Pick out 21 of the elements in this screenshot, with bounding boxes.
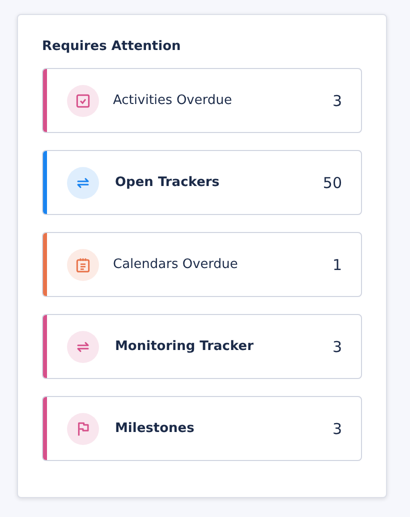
item-label: Calendars Overdue: [113, 257, 239, 272]
item-label: Activities Overdue: [113, 93, 233, 108]
check-icon: [67, 84, 99, 116]
panel-title: Requires Attention: [42, 39, 182, 54]
attention-item[interactable]: Activities Overdue 3: [42, 68, 362, 133]
attention-item[interactable]: Monitoring Tracker 3: [42, 314, 362, 379]
item-label: Milestones: [115, 421, 196, 436]
sync-icon: [67, 166, 99, 198]
item-label: Open Trackers: [115, 175, 221, 190]
item-count: 50: [322, 174, 342, 192]
item-count: 3: [332, 92, 342, 110]
attention-item[interactable]: Milestones 3: [42, 396, 362, 461]
attention-item[interactable]: Open Trackers 50: [42, 150, 362, 215]
item-label: Monitoring Tracker: [115, 339, 255, 354]
sync-icon: [67, 330, 99, 362]
notepad-icon: [67, 248, 99, 280]
flag-icon: [67, 412, 99, 444]
item-count: 3: [332, 420, 342, 438]
item-count: 1: [332, 256, 342, 274]
item-count: 3: [332, 338, 342, 356]
attention-item[interactable]: Calendars Overdue 1: [42, 232, 362, 297]
